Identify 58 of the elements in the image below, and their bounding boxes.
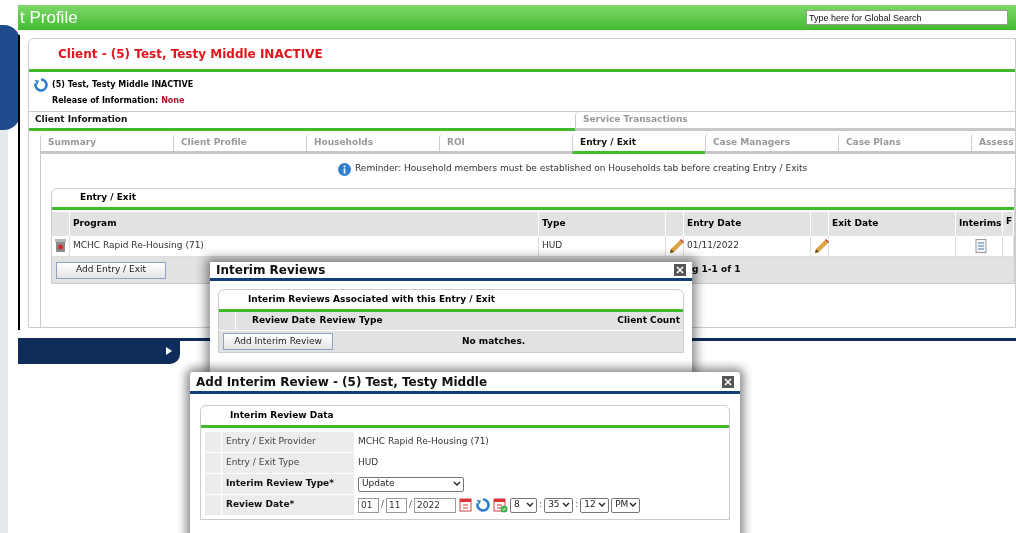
calendar-icon bbox=[458, 497, 475, 513]
separator-text: : bbox=[575, 498, 579, 512]
calendar-check-icon bbox=[492, 497, 509, 513]
release-label: Release of Information: bbox=[52, 95, 159, 107]
refresh-icon bbox=[34, 78, 48, 92]
chevron-down-icon bbox=[598, 502, 607, 508]
add-interim-review-button[interactable]: Add Interim Review bbox=[223, 333, 333, 350]
search-field[interactable]: Type here for Global Search bbox=[806, 10, 1008, 25]
separator-text: : bbox=[539, 498, 543, 512]
field-label: Entry / Exit Provider bbox=[222, 432, 354, 452]
column-header[interactable]: Review Date bbox=[236, 312, 320, 330]
section-title: Interim Reviews Associated with this Entry / Exit bbox=[248, 292, 495, 306]
dialog-title: Interim Reviews bbox=[216, 262, 326, 279]
table-cell: MCHC Rapid Re-Housing (71) bbox=[70, 236, 539, 256]
column-header[interactable]: Review Type bbox=[319, 312, 618, 330]
dropdown[interactable]: PM bbox=[611, 497, 641, 513]
dropdown[interactable]: 35 bbox=[544, 497, 574, 513]
separator-text: / bbox=[409, 498, 413, 512]
add-entry-exit-button[interactable]: Add Entry / Exit bbox=[56, 261, 166, 279]
field-value: MCHC Rapid Re-Housing (71) bbox=[358, 435, 489, 449]
empty-message: No matches. bbox=[462, 334, 526, 348]
tab[interactable]: Entry / Exit bbox=[572, 134, 705, 154]
dialog-title: Add Interim Review - (5) Test, Testy Middle bbox=[196, 373, 488, 391]
date-field[interactable]: 2022 bbox=[414, 497, 457, 513]
date-field[interactable]: 11 bbox=[386, 497, 408, 513]
separator-text: / bbox=[381, 498, 385, 512]
dropdown[interactable]: 8 bbox=[510, 497, 538, 513]
date-field[interactable]: 01 bbox=[358, 497, 379, 513]
pencil-icon bbox=[668, 238, 684, 254]
chevron-down-icon bbox=[629, 502, 638, 508]
client-name: (5) Test, Testy Middle INACTIVE bbox=[52, 79, 194, 91]
reminder-text: Reminder: Household members must be established on Households tab before creating Entry / Exits bbox=[355, 162, 808, 176]
page-title: t Profile bbox=[19, 9, 78, 26]
chevron-down-icon bbox=[526, 502, 535, 508]
table-cell: HUD bbox=[539, 236, 666, 256]
chevron-down-icon bbox=[453, 481, 461, 487]
refresh-icon bbox=[476, 498, 491, 512]
dropdown[interactable]: Update bbox=[358, 476, 464, 492]
info-icon bbox=[338, 162, 351, 176]
field-label: Entry / Exit Type bbox=[222, 453, 354, 473]
dropdown[interactable]: 12 bbox=[580, 497, 610, 513]
pager-text: g 1-1 of 1 bbox=[692, 263, 741, 277]
field-label: Interim Review Type* bbox=[222, 474, 354, 494]
section-title: Entry / Exit bbox=[80, 191, 137, 205]
close-icon bbox=[722, 375, 734, 388]
section-title: Interim Review Data bbox=[230, 408, 334, 422]
chevron-down-icon bbox=[562, 502, 571, 508]
release-value: None bbox=[161, 95, 185, 107]
triangle-right-icon bbox=[166, 347, 172, 355]
field-value: HUD bbox=[358, 456, 379, 470]
column-header[interactable]: Client Count bbox=[617, 312, 683, 330]
client-header: Client - (5) Test, Testy Middle INACTIVE bbox=[58, 46, 323, 63]
document-list-icon bbox=[974, 239, 987, 253]
table-cell: 01/11/2022 bbox=[684, 236, 811, 256]
pencil-icon bbox=[813, 238, 829, 254]
field-label: Review Date* bbox=[222, 495, 354, 515]
trash-can-icon bbox=[55, 239, 66, 253]
tab[interactable]: Client Information bbox=[29, 112, 575, 131]
